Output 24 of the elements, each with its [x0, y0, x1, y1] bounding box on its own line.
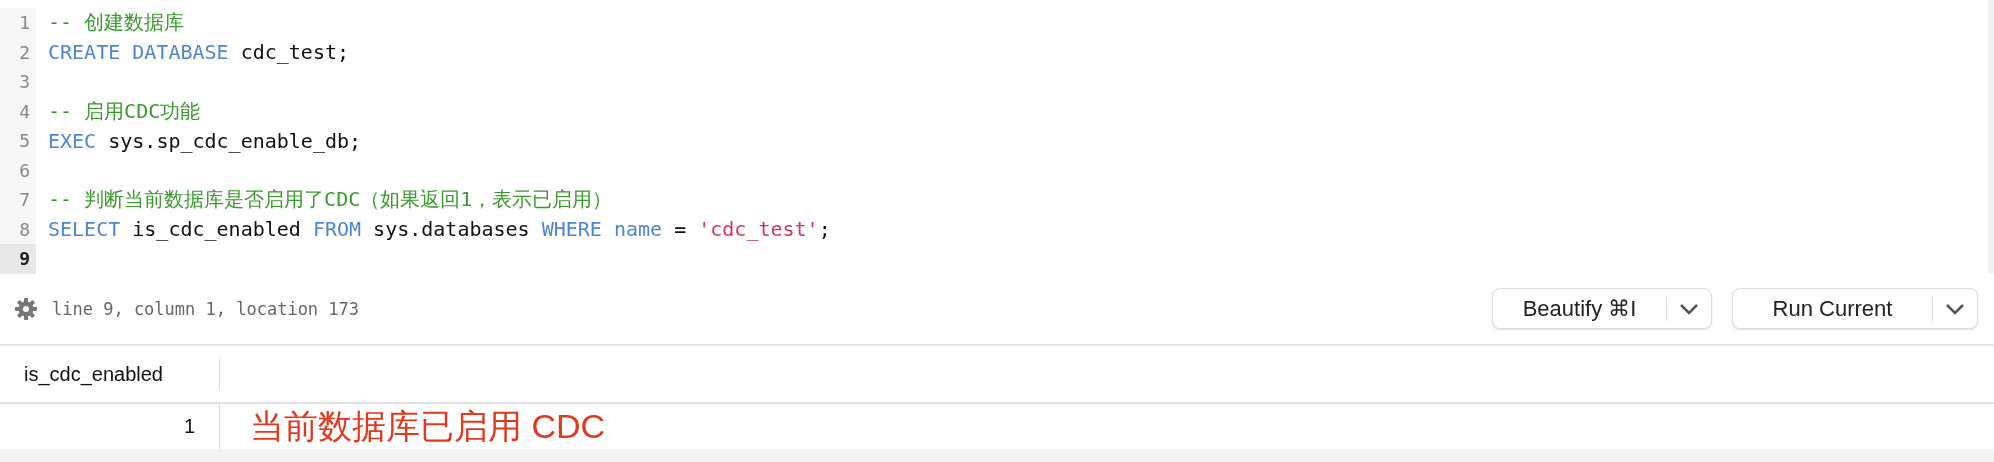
column-header[interactable]: is_cdc_enabled [0, 359, 220, 389]
line-number: 4 [0, 96, 36, 126]
code-line: SELECT is_cdc_enabled FROM sys.databases WHERE name = 'cdc_test'; [47, 217, 831, 242]
code-line: -- 创建数据库 [47, 9, 185, 37]
line-number: 7 [0, 185, 36, 215]
settings-icon[interactable] [14, 296, 38, 321]
line-number: 9 [0, 244, 36, 274]
code-line: EXEC sys.sp_cdc_enable_db; [47, 128, 362, 153]
code-line: -- 启用CDC功能 [47, 97, 201, 125]
line-number: 5 [0, 126, 36, 156]
code-editor[interactable]: 1 -- 创建数据库 2 CREATE DATABASE cdc_test; 3 4 -- 启用CDC功能 5 EXEC sys.sp_cdc_enable_db; 6 7 -- 判断当前数据库是否启用了CDC（如果返回1，表示已启用） 8 SELECT is_cdc_enabled FROM sys.databases WHERE name = 'cdc_test'; 9 [0, 0, 1994, 273]
code-line: -- 判断当前数据库是否启用了CDC（如果返回1，表示已启用） [47, 186, 613, 214]
beautify-button[interactable]: Beautify ⌘I [1492, 288, 1712, 329]
run-button[interactable]: Run Current [1732, 288, 1978, 329]
line-number: 6 [0, 155, 36, 185]
line-number: 3 [0, 67, 36, 97]
cursor-position: line 9, column 1, location 173 [52, 298, 361, 319]
line-number: 2 [0, 37, 36, 67]
caret-icon [1945, 302, 1965, 315]
line-number: 1 [0, 8, 36, 38]
caret-icon [1679, 302, 1699, 315]
annotation-text: 当前数据库已启用 CDC [250, 405, 606, 447]
line-number: 8 [0, 214, 36, 244]
code-line: CREATE DATABASE cdc_test; [47, 40, 350, 65]
